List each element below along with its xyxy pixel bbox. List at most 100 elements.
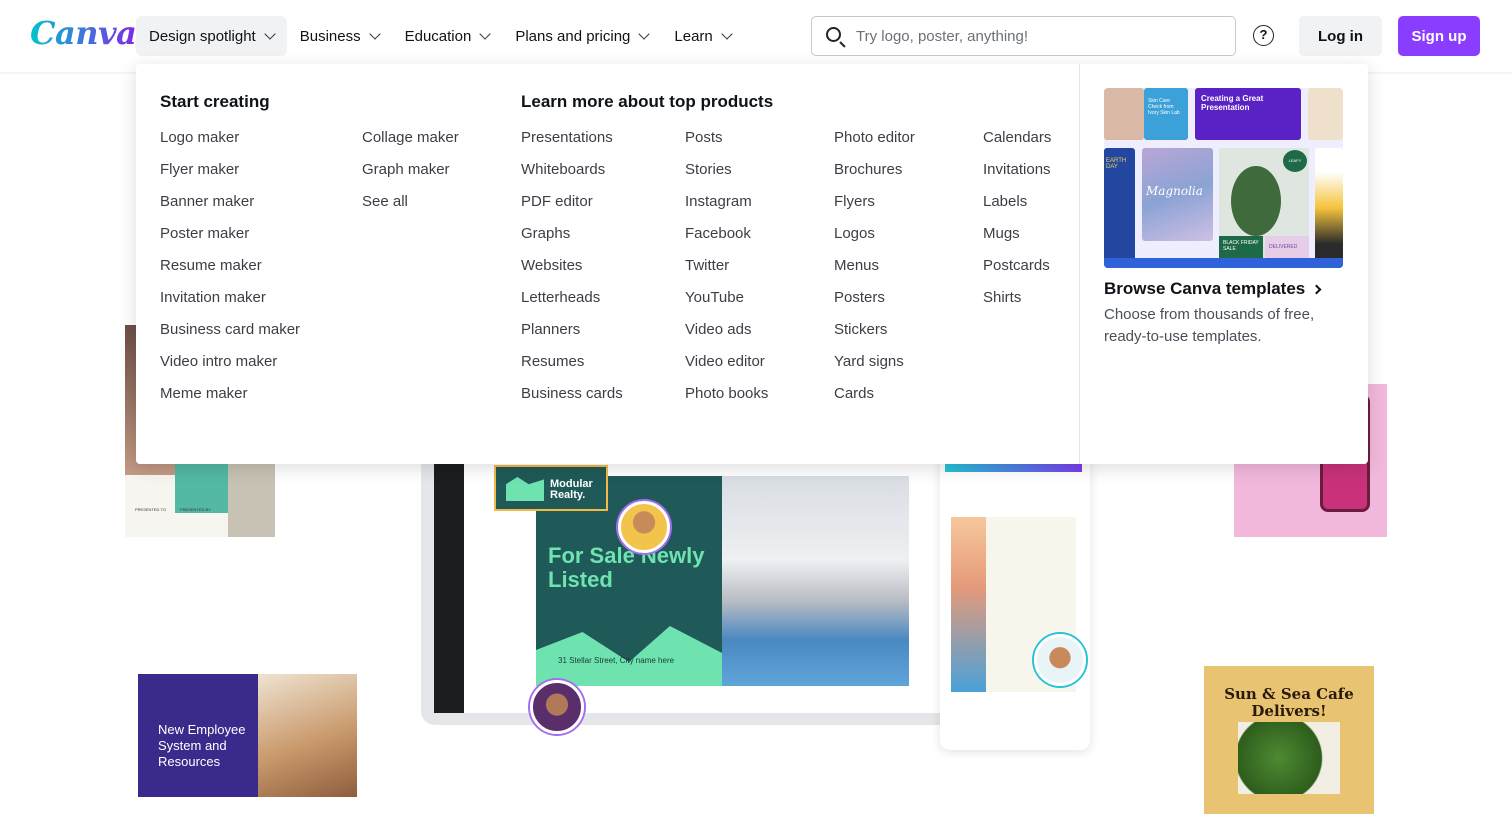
search-box[interactable]: [811, 16, 1236, 56]
leafy-badge: LEAFY: [1283, 150, 1307, 172]
menu-link[interactable]: Posts: [685, 128, 768, 160]
chevron-down-icon: [264, 28, 276, 40]
nav-business[interactable]: Business: [287, 16, 392, 56]
chevron-right-icon: [1311, 284, 1322, 294]
nav-label: Education: [404, 27, 472, 45]
menu-link[interactable]: Resume maker: [160, 256, 300, 288]
chevron-down-icon: [638, 28, 651, 40]
new-employee-card-preview: New Employee System and Resources: [138, 674, 357, 797]
menu-link[interactable]: YouTube: [685, 288, 768, 320]
design-spotlight-dropdown: Start creating Logo maker Flyer maker Bann…: [136, 64, 1368, 464]
canva-logo[interactable]: Canva: [30, 14, 137, 52]
browse-templates-description: Choose from thousands of free, ready-to-…: [1104, 306, 1315, 345]
menu-link[interactable]: Yard signs: [834, 352, 915, 384]
menu-link[interactable]: Letterheads: [521, 288, 623, 320]
browse-templates-link[interactable]: Browse Canva templates: [1104, 279, 1322, 299]
chevron-down-icon: [479, 28, 491, 40]
skincare-photo: [1104, 88, 1144, 140]
address-text: 31 Stellar Street, City name here: [558, 656, 675, 665]
templates-collage-image[interactable]: Skin Care Check from Ivory Skin Lab Crea…: [1104, 88, 1343, 268]
sun-sea-title: Sun & Sea Cafe Delivers!: [1224, 685, 1354, 720]
menu-link[interactable]: Banner maker: [160, 192, 300, 224]
menu-link[interactable]: Labels: [983, 192, 1051, 224]
menu-link[interactable]: Logos: [834, 224, 915, 256]
new-employee-text: New Employee System and Resources: [158, 722, 246, 769]
editor-sidebar: [434, 455, 464, 713]
menu-link[interactable]: Facebook: [685, 224, 768, 256]
menu-link[interactable]: Cards: [834, 384, 915, 416]
menu-link[interactable]: See all: [362, 192, 459, 224]
menu-link[interactable]: Meme maker: [160, 384, 300, 416]
nav-plans-and-pricing[interactable]: Plans and pricing: [502, 16, 661, 56]
menu-link[interactable]: Posters: [834, 288, 915, 320]
menu-link[interactable]: Resumes: [521, 352, 623, 384]
nav-learn[interactable]: Learn: [661, 16, 743, 56]
menu-link[interactable]: Calendars: [983, 128, 1051, 160]
grey-block: [228, 463, 275, 537]
menu-link[interactable]: Business cards: [521, 384, 623, 416]
nav-label: Learn: [674, 27, 713, 45]
menu-link[interactable]: Postcards: [983, 256, 1051, 288]
menu-link[interactable]: Video editor: [685, 352, 768, 384]
menu-link[interactable]: Shirts: [983, 288, 1051, 320]
menu-link[interactable]: Stickers: [834, 320, 915, 352]
menu-link[interactable]: Flyer maker: [160, 160, 300, 192]
sunset-gradient: [951, 517, 986, 692]
collaborator-avatar: [1034, 634, 1086, 686]
nav-education[interactable]: Education: [392, 16, 503, 56]
menu-link[interactable]: Presentations: [521, 128, 623, 160]
menu-link[interactable]: Whiteboards: [521, 160, 623, 192]
log-in-button[interactable]: Log in: [1299, 16, 1382, 56]
nav-label: Business: [299, 27, 361, 45]
blue-strip: [1104, 258, 1343, 268]
menu-link[interactable]: Menus: [834, 256, 915, 288]
menu-link[interactable]: Photo editor: [834, 128, 915, 160]
menu-link[interactable]: Invitation maker: [160, 288, 300, 320]
menu-link[interactable]: Photo books: [685, 384, 768, 416]
nav-label: Plans and pricing: [515, 27, 631, 45]
menu-divider: [1079, 64, 1080, 464]
presentation-template: Creating a Great Presentation: [1195, 88, 1301, 140]
menu-link[interactable]: Mugs: [983, 224, 1051, 256]
handshake-photo: [258, 674, 357, 797]
nav-design-spotlight[interactable]: Design spotlight: [136, 16, 287, 56]
presented-to-label: PRESENTED TO: [135, 507, 166, 512]
house-photo: [722, 476, 909, 686]
menu-link[interactable]: Twitter: [685, 256, 768, 288]
menu-link[interactable]: Poster maker: [160, 224, 300, 256]
start-creating-column-2: Collage maker Graph maker See all: [362, 128, 459, 224]
menu-link[interactable]: Brochures: [834, 160, 915, 192]
sign-up-button[interactable]: Sign up: [1398, 16, 1480, 56]
chevron-down-icon: [721, 28, 733, 40]
top-navigation-bar: Canva Design spotlight Business Educatio…: [0, 0, 1512, 72]
menu-link[interactable]: Planners: [521, 320, 623, 352]
food-template: [1315, 148, 1343, 268]
beige-template: [1308, 88, 1343, 140]
menu-link[interactable]: Websites: [521, 256, 623, 288]
products-column-1: Presentations Whiteboards PDF editor Graphs…: [521, 128, 623, 416]
menu-link[interactable]: Invitations: [983, 160, 1051, 192]
menu-link[interactable]: Logo maker: [160, 128, 300, 160]
menu-link[interactable]: Business card maker: [160, 320, 300, 352]
help-icon[interactable]: ?: [1253, 25, 1274, 46]
menu-link[interactable]: Graphs: [521, 224, 623, 256]
browse-templates-label: Browse Canva templates: [1104, 279, 1306, 298]
products-column-3: Photo editor Brochures Flyers Logos Menus Pos…: [834, 128, 915, 416]
menu-link[interactable]: PDF editor: [521, 192, 623, 224]
menu-link[interactable]: Flyers: [834, 192, 915, 224]
main-nav: Design spotlight Business Education Plan…: [136, 16, 744, 56]
search-input[interactable]: [856, 27, 1216, 45]
menu-link[interactable]: Collage maker: [362, 128, 459, 160]
plant-template: BLACK FRIDAY SALE DELIVERED LEAFY: [1219, 148, 1309, 268]
menu-link[interactable]: Video ads: [685, 320, 768, 352]
search-icon: [826, 27, 841, 42]
menu-link[interactable]: Stories: [685, 160, 768, 192]
menu-link[interactable]: Video intro maker: [160, 352, 300, 384]
chevron-down-icon: [368, 28, 381, 40]
menu-link[interactable]: Instagram: [685, 192, 768, 224]
menu-link[interactable]: Graph maker: [362, 160, 459, 192]
nav-label: Design spotlight: [149, 27, 256, 45]
earth-day-template: EARTH DAY: [1104, 148, 1135, 268]
start-creating-heading: Start creating: [160, 92, 270, 111]
products-column-2: Posts Stories Instagram Facebook Twitter YouT…: [685, 128, 768, 416]
